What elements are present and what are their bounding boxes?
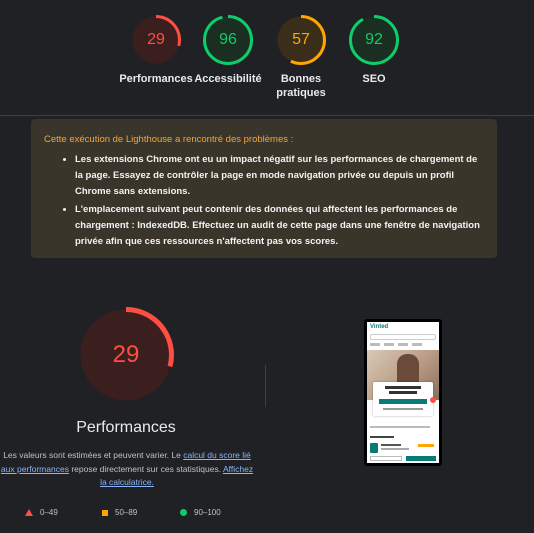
triangle-icon [25, 509, 33, 516]
warning-box: Cette exécution de Lighthouse a rencontr… [31, 119, 497, 258]
legend-item-fail: 0–49 [25, 508, 58, 517]
screenshot-logo: Vinted [370, 324, 389, 330]
gauge-ring: 92 [349, 15, 399, 65]
warning-item: Les extensions Chrome ont eu un impact n… [75, 152, 485, 200]
gauge-label: Accessibilité [194, 73, 262, 85]
score-legend: 0–49 50–89 90–100 [25, 508, 245, 522]
gauge-score: 96 [219, 31, 237, 48]
legend-range: 0–49 [40, 508, 58, 517]
legend-item-average: 50–89 [102, 508, 137, 517]
screenshot-list-item [370, 443, 436, 453]
performance-description: Les valeurs sont estimées et peuvent var… [0, 449, 254, 490]
circle-icon [180, 509, 187, 516]
gauge-best-practices[interactable]: 57 Bonnes pratiques [261, 15, 341, 100]
legend-item-pass: 90–100 [180, 508, 221, 517]
screenshot-sell-card [373, 382, 433, 416]
screenshot-text-line [370, 436, 394, 438]
screenshot-tabs [370, 343, 436, 348]
warning-title: Cette exécution de Lighthouse a rencontr… [44, 134, 294, 145]
gauge-seo[interactable]: 92 SEO [334, 15, 414, 86]
performance-gauge: 29 [78, 307, 174, 403]
screenshot-search-bar [370, 334, 436, 340]
desc-text-1: Les valeurs sont estimées et peuvent var… [3, 450, 184, 460]
gauge-score: 92 [365, 31, 383, 48]
header-divider [0, 115, 534, 116]
gauge-label: Bonnes pratiques [276, 73, 326, 99]
performance-score: 29 [112, 341, 140, 368]
warning-item: L'emplacement suivant peut contenir des … [75, 202, 485, 250]
performance-title: Performances [76, 419, 176, 436]
vertical-divider [265, 365, 266, 407]
screenshot-text-line [370, 426, 430, 428]
gauge-ring: 29 [131, 15, 181, 65]
category-gauges: 29 Performances 96 Accessibilité 57 Bonn… [0, 0, 534, 110]
warning-list: Les extensions Chrome ont eu un impact n… [44, 152, 485, 250]
square-icon [102, 509, 108, 516]
gauge-label: SEO [362, 73, 386, 85]
gauge-ring: 96 [203, 15, 253, 65]
gauge-score: 29 [147, 31, 165, 48]
desc-text-2: repose directement sur ces statistiques. [68, 463, 223, 474]
screenshot-badge [430, 397, 436, 403]
gauge-ring: 57 [276, 15, 326, 65]
screenshot-screen: Vinted [367, 322, 439, 463]
legend-range: 50–89 [115, 508, 138, 517]
final-screenshot[interactable]: Vinted [364, 319, 442, 466]
gauge-performance[interactable]: 29 Performances [116, 15, 196, 86]
screenshot-bottom-buttons [370, 456, 436, 461]
legend-range: 90–100 [194, 508, 221, 517]
gauge-accessibility[interactable]: 96 Accessibilité [188, 15, 268, 86]
gauge-label: Performances [119, 73, 193, 85]
gauge-score: 57 [292, 31, 310, 48]
